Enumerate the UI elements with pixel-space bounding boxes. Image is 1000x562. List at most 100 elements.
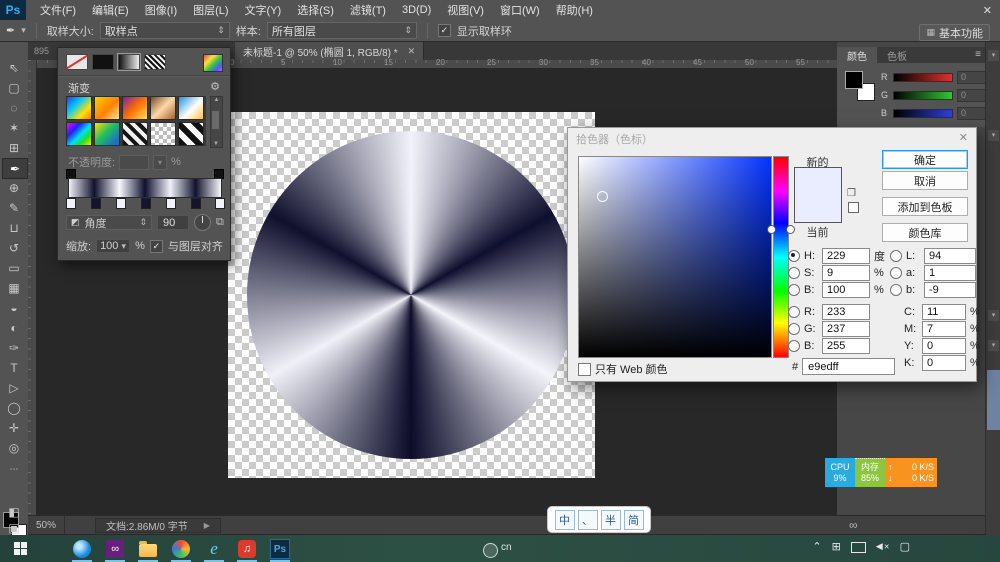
ime-language-icon[interactable]	[483, 543, 498, 558]
brightness-field[interactable]: 100	[822, 282, 870, 298]
angle-field[interactable]: 90	[157, 215, 189, 230]
gradient-preset[interactable]	[178, 122, 204, 146]
saturation-radio[interactable]	[788, 267, 800, 279]
angle-dial[interactable]	[194, 214, 211, 231]
menu-type[interactable]: 文字(Y)	[237, 2, 290, 18]
hue-radio[interactable]	[788, 250, 800, 262]
scroll-up-icon[interactable]: ▲	[214, 97, 220, 103]
hex-field[interactable]: e9edff	[802, 358, 895, 375]
pen-tool[interactable]: ✑	[2, 338, 26, 357]
scale-field[interactable]: 100 ▾	[96, 239, 130, 253]
saturation-field[interactable]: 9	[822, 265, 870, 281]
ime-punctuation-button[interactable]: 、	[578, 510, 598, 530]
document-tab[interactable]: 未标题-1 @ 50% (椭圆 1, RGB/8) * ✕	[235, 42, 424, 60]
workspace-switcher[interactable]: ▦ 基本功能	[919, 24, 990, 41]
menu-file[interactable]: 文件(F)	[32, 2, 84, 18]
blur-tool[interactable]: ◒	[2, 298, 26, 317]
current-color-swatch[interactable]	[795, 195, 841, 222]
lab-a-field[interactable]: 1	[924, 265, 976, 281]
crop-tool[interactable]: ⊞	[2, 138, 26, 157]
gradient-tool[interactable]: ▦	[2, 278, 26, 297]
color-stop[interactable]	[141, 198, 151, 209]
tab-color[interactable]: 颜色	[837, 47, 877, 63]
brightness-radio[interactable]	[788, 284, 800, 296]
red-radio[interactable]	[788, 306, 800, 318]
eyedropper-icon[interactable]: ✒	[6, 24, 15, 37]
gradient-preset[interactable]	[66, 96, 92, 120]
menu-view[interactable]: 视图(V)	[439, 2, 492, 18]
color-stop[interactable]	[166, 198, 176, 209]
taskbar-browser-icon[interactable]	[72, 539, 92, 559]
start-button[interactable]	[14, 542, 27, 555]
panel-menu-icon[interactable]: ≡	[975, 49, 981, 60]
magenta-field[interactable]: 7	[922, 321, 966, 337]
hand-tool[interactable]: ✛	[2, 418, 26, 437]
preset-scrollbar[interactable]: ▲ ▼	[210, 96, 223, 148]
color-stop[interactable]	[66, 198, 76, 209]
ime-simplified-button[interactable]: 简	[624, 510, 644, 530]
red-field[interactable]: 233	[822, 304, 870, 320]
healing-brush-tool[interactable]: ⊕	[2, 178, 26, 197]
gradient-preset[interactable]	[94, 96, 120, 120]
menu-filter[interactable]: 滤镜(T)	[342, 2, 394, 18]
taskbar-photoshop-icon[interactable]: Ps	[270, 539, 290, 559]
cyan-field[interactable]: 11	[922, 304, 966, 320]
menu-window[interactable]: 窗口(W)	[492, 2, 548, 18]
lab-b-field[interactable]: -9	[924, 282, 976, 298]
path-selection-tool[interactable]: ▷	[2, 378, 26, 397]
lab-l-radio[interactable]	[890, 250, 902, 262]
taskbar-file-explorer-icon[interactable]	[138, 539, 158, 559]
green-radio[interactable]	[788, 323, 800, 335]
menu-select[interactable]: 选择(S)	[289, 2, 342, 18]
color-stop[interactable]	[191, 198, 201, 209]
move-tool[interactable]: ⇖	[2, 58, 26, 77]
lasso-tool[interactable]: ◌	[2, 98, 26, 117]
sample-size-dropdown[interactable]: 取样点 ⇕	[100, 22, 230, 39]
blue-field[interactable]: 255	[822, 338, 870, 354]
align-checkbox[interactable]: ✓	[150, 240, 163, 253]
ime-width-button[interactable]: 半	[601, 510, 621, 530]
edit-toolbar-button[interactable]: ⋯	[2, 460, 26, 479]
gradient-preset[interactable]	[150, 122, 176, 146]
type-tool[interactable]: T	[2, 358, 26, 377]
lab-l-field[interactable]: 94	[924, 248, 976, 264]
panel-menu-icon[interactable]: ▾	[988, 130, 999, 141]
brush-tool[interactable]: ✎	[2, 198, 26, 217]
menu-image[interactable]: 图像(I)	[137, 2, 185, 18]
red-slider[interactable]	[893, 73, 953, 82]
tool-preset-arrow-icon[interactable]: ▾	[21, 25, 26, 36]
gradient-preset[interactable]	[178, 96, 204, 120]
panel-collapse-icon[interactable]: ▾	[988, 50, 999, 61]
saturation-brightness-field[interactable]	[578, 156, 772, 358]
taskbar-visual-studio-icon[interactable]: ∞	[105, 539, 125, 559]
window-close-icon[interactable]: ✕	[979, 2, 996, 19]
status-menu-arrow-icon[interactable]: ▶	[204, 521, 210, 530]
ime-chinese-button[interactable]: 中	[555, 510, 575, 530]
taskbar-music-icon[interactable]: ♫	[237, 539, 257, 559]
dodge-tool[interactable]: ◐	[2, 318, 26, 337]
zoom-tool[interactable]: ◎	[2, 438, 26, 457]
web-safe-swatch[interactable]	[848, 202, 859, 213]
reverse-icon[interactable]: ⧉	[216, 216, 224, 229]
foreground-color-swatch[interactable]	[845, 71, 863, 89]
fill-pattern-button[interactable]	[144, 54, 166, 70]
gradient-preview-bar[interactable]	[68, 178, 222, 198]
gradient-preset[interactable]	[122, 122, 148, 146]
tab-swatches[interactable]: 色板	[877, 47, 917, 63]
green-field[interactable]: 237	[822, 321, 870, 337]
gamut-warning-icon[interactable]: ❒	[847, 188, 856, 199]
yellow-field[interactable]: 0	[922, 338, 966, 354]
panel-menu-icon[interactable]: ▾	[988, 340, 999, 351]
tab-close-icon[interactable]: ✕	[408, 46, 416, 57]
hue-field[interactable]: 229	[822, 248, 870, 264]
panel-menu-icon[interactable]: ▾	[988, 310, 999, 321]
color-libraries-button[interactable]: 颜色库	[882, 223, 968, 242]
opacity-field[interactable]	[119, 155, 149, 170]
link-icon[interactable]: ∞	[849, 518, 858, 532]
color-field-marker[interactable]	[597, 191, 608, 202]
gradient-style-dropdown[interactable]: ◩ 角度 ⇕	[66, 215, 152, 230]
eyedropper-tool-active[interactable]: ✒	[2, 158, 28, 179]
eraser-tool[interactable]: ▭	[2, 258, 26, 277]
gradient-preset[interactable]	[150, 96, 176, 120]
zoom-level-field[interactable]: 50%	[28, 516, 65, 534]
